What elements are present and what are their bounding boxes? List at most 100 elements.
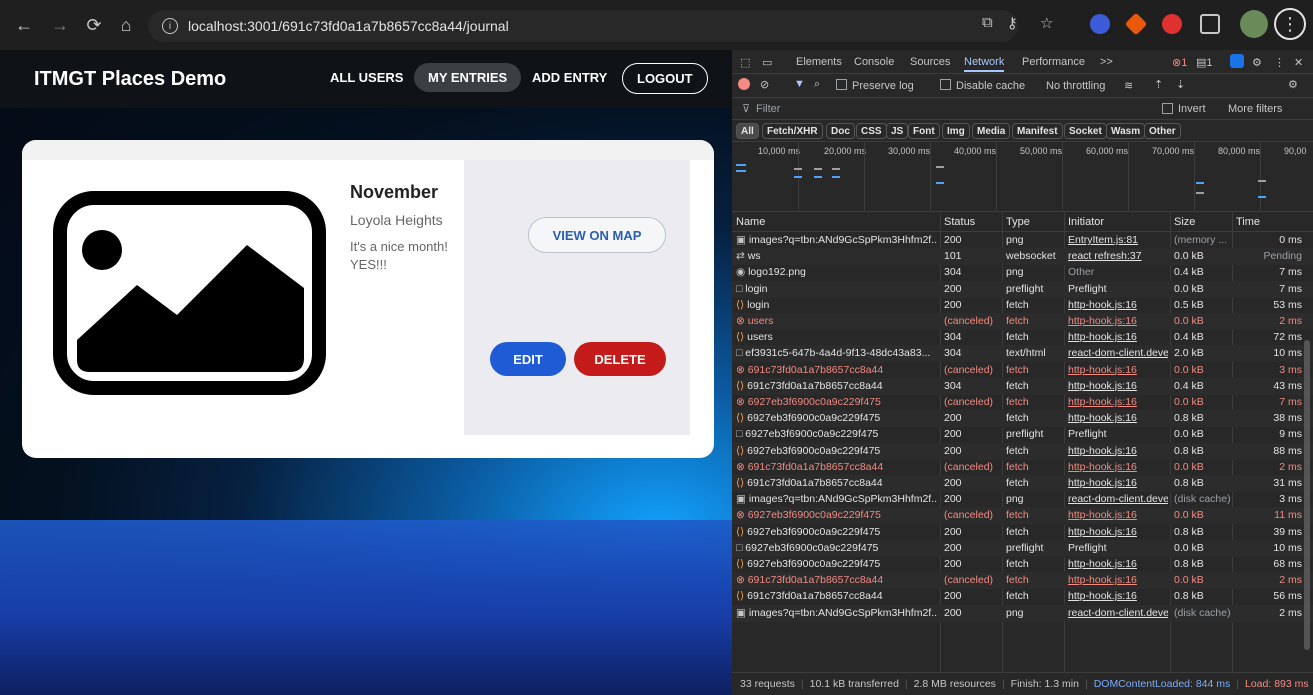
type-img[interactable]: Img xyxy=(942,123,970,139)
cell-initiator[interactable]: EntryItem.js:81 xyxy=(1068,234,1168,246)
record-icon[interactable] xyxy=(738,78,750,90)
type-all[interactable]: All xyxy=(736,123,759,139)
type-font[interactable]: Font xyxy=(908,123,940,139)
logout-button[interactable]: LOGOUT xyxy=(622,63,708,94)
kebab-icon[interactable]: ⋮ xyxy=(1274,56,1285,69)
cell-initiator[interactable]: http-hook.js:16 xyxy=(1068,364,1168,376)
error-count-badge[interactable]: ⊗1 xyxy=(1172,56,1187,69)
type-manifest[interactable]: Manifest xyxy=(1012,123,1063,139)
cell-initiator[interactable]: http-hook.js:16 xyxy=(1068,558,1168,570)
device-toggle-icon[interactable]: ▭ xyxy=(762,56,772,69)
table-row[interactable]: ⟨⟩ users 304 fetch http-hook.js:16 0.4 kB 72 … xyxy=(732,329,1313,346)
filter-funnel-icon[interactable]: ▼ xyxy=(794,78,805,90)
col-status[interactable]: Status xyxy=(944,216,975,228)
tab-sources[interactable]: Sources xyxy=(910,56,950,68)
extension-devtools-icon[interactable] xyxy=(1230,54,1244,68)
delete-button[interactable]: DELETE xyxy=(574,342,666,376)
type-media[interactable]: Media xyxy=(972,123,1011,139)
search-icon[interactable]: ⌕ xyxy=(814,78,820,91)
type-js[interactable]: JS xyxy=(886,123,909,139)
table-row[interactable]: ▣ images?q=tbn:ANd9GcSpPkm3Hhfm2f... 200 p… xyxy=(732,491,1313,508)
network-timeline[interactable]: 10,000 ms 20,000 ms 30,000 ms 40,000 ms … xyxy=(732,142,1313,212)
menu-icon[interactable]: ⋮ xyxy=(1274,8,1306,40)
more-tabs[interactable]: >> xyxy=(1100,56,1113,68)
table-row[interactable]: ⊗ 691c73fd0a1a7b8657cc8a44 (canceled) fetc… xyxy=(732,459,1313,476)
table-row[interactable]: ⟨⟩ 691c73fd0a1a7b8657cc8a44 304 fetch http-… xyxy=(732,377,1313,395)
cell-initiator[interactable]: react-dom-client.deve xyxy=(1068,607,1168,619)
table-row[interactable]: ⊗ 6927eb3f6900c0a9c229f475 (canceled) fetc… xyxy=(732,394,1313,411)
filter-input[interactable]: Filter xyxy=(756,103,780,115)
table-row[interactable]: ⟨⟩ 6927eb3f6900c0a9c229f475 200 fetch http-… xyxy=(732,410,1313,428)
edit-button[interactable]: EDIT xyxy=(490,342,566,376)
inspect-icon[interactable]: ⬚ xyxy=(740,56,750,69)
extensions-icon[interactable] xyxy=(1200,14,1220,34)
tab-performance[interactable]: Performance xyxy=(1022,56,1085,68)
nav-all-users[interactable]: ALL USERS xyxy=(330,70,403,85)
table-row[interactable]: ⟨⟩ 691c73fd0a1a7b8657cc8a44 200 fetch http-… xyxy=(732,588,1313,605)
type-doc[interactable]: Doc xyxy=(826,123,855,139)
table-row[interactable]: ⟨⟩ 6927eb3f6900c0a9c229f475 200 fetch http-… xyxy=(732,442,1313,460)
cell-initiator[interactable]: http-hook.js:16 xyxy=(1068,526,1168,538)
disable-cache-checkbox[interactable] xyxy=(940,79,951,90)
extension-3-icon[interactable] xyxy=(1162,14,1182,34)
wifi-icon[interactable]: ≋ xyxy=(1124,79,1133,92)
network-settings-icon[interactable]: ⚙ xyxy=(1288,78,1298,91)
type-socket[interactable]: Socket xyxy=(1064,123,1107,139)
table-row[interactable]: □ ef3931c5-647b-4a4d-9f13-48dc43a83... 30… xyxy=(732,345,1313,363)
tab-console[interactable]: Console xyxy=(854,56,894,68)
table-row[interactable]: ▣ images?q=tbn:ANd9GcSpPkm3Hhfm2f... 200 p… xyxy=(732,604,1313,622)
settings-gear-icon[interactable]: ⚙ xyxy=(1252,56,1262,69)
forward-icon[interactable]: → xyxy=(46,11,74,39)
cell-initiator[interactable]: http-hook.js:16 xyxy=(1068,509,1168,521)
cell-initiator[interactable]: http-hook.js:16 xyxy=(1068,412,1168,424)
export-icon[interactable]: ⇣ xyxy=(1176,78,1185,91)
cell-initiator[interactable]: Preflight xyxy=(1068,428,1168,440)
warning-count-badge[interactable]: ▤1 xyxy=(1196,56,1213,69)
nav-my-entries[interactable]: MY ENTRIES xyxy=(414,63,522,92)
more-filters-button[interactable]: More filters xyxy=(1228,103,1282,115)
table-row[interactable]: ⊗ 691c73fd0a1a7b8657cc8a44 (canceled) fetc… xyxy=(732,572,1313,590)
table-row[interactable]: ⊗ 691c73fd0a1a7b8657cc8a44 (canceled) fetc… xyxy=(732,362,1313,379)
preserve-log-checkbox[interactable] xyxy=(836,79,847,90)
app-title[interactable]: ITMGT Places Demo xyxy=(34,68,226,91)
profile-avatar[interactable] xyxy=(1240,10,1268,38)
tab-network[interactable]: Network xyxy=(964,56,1005,72)
type-wasm[interactable]: Wasm xyxy=(1106,123,1146,139)
invert-checkbox[interactable] xyxy=(1162,103,1173,114)
home-icon[interactable]: ⌂ xyxy=(112,11,140,39)
close-icon[interactable]: ✕ xyxy=(1294,56,1303,69)
table-row[interactable]: ⊗ 6927eb3f6900c0a9c229f475 (canceled) fetc… xyxy=(732,507,1313,525)
table-row[interactable]: ⊗ users (canceled) fetch http-hook.js:16 0.0… xyxy=(732,313,1313,330)
key-icon[interactable]: ⚷ xyxy=(1007,14,1018,32)
info-icon[interactable]: i xyxy=(162,18,178,34)
table-row[interactable]: ◉ logo192.png 304 png Other 0.4 kB 7 ms xyxy=(732,264,1313,281)
cell-initiator[interactable]: Other xyxy=(1068,266,1168,278)
table-row[interactable]: ⟨⟩ login 200 fetch http-hook.js:16 0.5 kB 53 … xyxy=(732,297,1313,314)
cast-icon[interactable]: ⧉ xyxy=(982,14,993,32)
col-time[interactable]: Time xyxy=(1236,216,1260,228)
table-row[interactable]: ⇄ ws 101 websocket react refresh:37 0.0 kB Pe… xyxy=(732,248,1313,266)
cell-initiator[interactable]: http-hook.js:16 xyxy=(1068,477,1168,489)
cell-initiator[interactable]: http-hook.js:16 xyxy=(1068,461,1168,473)
table-row[interactable]: ⟨⟩ 691c73fd0a1a7b8657cc8a44 200 fetch http-… xyxy=(732,475,1313,492)
cell-initiator[interactable]: http-hook.js:16 xyxy=(1068,396,1168,408)
back-icon[interactable]: ← xyxy=(10,11,38,39)
extension-2-icon[interactable] xyxy=(1124,12,1148,36)
cell-initiator[interactable]: react-dom-client.deve xyxy=(1068,347,1168,359)
cell-initiator[interactable]: http-hook.js:16 xyxy=(1068,299,1168,311)
cell-initiator[interactable]: http-hook.js:16 xyxy=(1068,315,1168,327)
col-initiator[interactable]: Initiator xyxy=(1068,216,1104,228)
view-on-map-button[interactable]: VIEW ON MAP xyxy=(528,217,666,253)
cell-initiator[interactable]: http-hook.js:16 xyxy=(1068,331,1168,343)
table-row[interactable]: ▣ images?q=tbn:ANd9GcSpPkm3Hhfm2f... 200 p… xyxy=(732,232,1313,249)
throttling-select[interactable]: No throttling xyxy=(1046,80,1105,92)
table-row[interactable]: □ 6927eb3f6900c0a9c229f475 200 preflight Pr… xyxy=(732,426,1313,443)
extension-1-icon[interactable] xyxy=(1090,14,1110,34)
type-fetch-xhr[interactable]: Fetch/XHR xyxy=(762,123,823,139)
cell-initiator[interactable]: react-dom-client.deve xyxy=(1068,493,1168,505)
table-row[interactable]: ⟨⟩ 6927eb3f6900c0a9c229f475 200 fetch http-… xyxy=(732,556,1313,573)
table-row[interactable]: □ login 200 preflight Preflight 0.0 kB 7 ms xyxy=(732,280,1313,298)
import-icon[interactable]: ⇡ xyxy=(1154,78,1163,91)
address-bar[interactable]: i localhost:3001/691c73fd0a1a7b8657cc8a4… xyxy=(148,10,1018,42)
request-list-scrollbar[interactable] xyxy=(1304,340,1310,650)
